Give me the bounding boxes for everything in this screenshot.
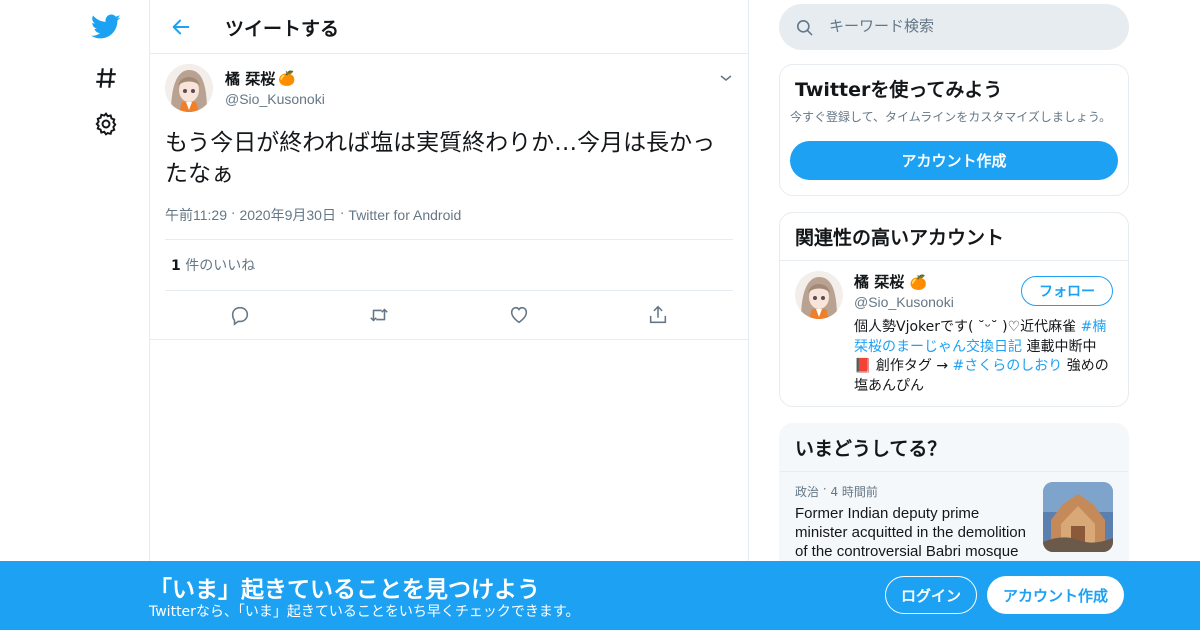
related-account[interactable]: 橘 栞桜 🍊 @Sio_Kusonoki フォロー 個人勢Vjokerです( ˘…	[780, 261, 1128, 406]
signup-card-title: Twitterを使ってみよう	[795, 79, 1003, 101]
tweet-source[interactable]: Twitter for Android	[348, 207, 461, 223]
main-column: ツイートする 橘 栞桜 🍊 @Sio_Kusonoki もう今日が終われば塩は実…	[149, 0, 749, 630]
tweet-actions	[150, 291, 748, 340]
like-label: 件のいいね	[185, 258, 256, 274]
follow-button[interactable]: フォロー	[1021, 276, 1113, 306]
share-icon[interactable]	[640, 303, 676, 327]
meta-separator: ·	[230, 204, 240, 220]
tweet-date[interactable]: 2020年9月30日	[239, 207, 336, 223]
trend-text: Former Indian deputy prime minister acqu…	[795, 505, 1026, 560]
back-arrow-icon[interactable]	[164, 10, 198, 44]
bottom-bar-title: 「いま」起きていることを見つけよう	[149, 577, 540, 603]
twitter-logo-icon[interactable]	[86, 7, 126, 47]
like-count: 1	[171, 258, 181, 274]
orange-emoji-icon: 🍊	[909, 275, 927, 291]
bottom-bar-subtitle: Twitterなら、「いま」起きていることをいち早くチェックできます。	[149, 604, 580, 620]
reply-icon[interactable]	[222, 303, 258, 327]
page-title: ツイートする	[225, 18, 340, 40]
author-handle[interactable]: @Sio_Kusonoki	[225, 91, 325, 107]
search-box[interactable]	[779, 4, 1129, 50]
gear-icon[interactable]	[86, 104, 126, 144]
related-account-bio: 個人勢Vjokerです( ˘ᵕ˘ )♡近代麻雀 #楠栞桜のまーじゃん交換日記 連…	[854, 319, 1109, 394]
meta-separator: ·	[339, 204, 349, 220]
tweet: 橘 栞桜 🍊 @Sio_Kusonoki もう今日が終われば塩は実質終わりか…今…	[150, 54, 748, 340]
right-sidebar: Twitterを使ってみよう 今すぐ登録して、タイムラインをカスタマイズしましょ…	[779, 0, 1129, 625]
tweet-author[interactable]: 橘 栞桜 🍊 @Sio_Kusonoki	[225, 68, 325, 107]
avatar[interactable]	[165, 64, 213, 112]
tweet-time[interactable]: 午前11:29	[165, 207, 227, 223]
orange-emoji-icon: 🍊	[278, 70, 296, 87]
related-accounts-card: 関連性の高いアカウント 橘 栞桜 🍊 @Sio_Kusonoki フォロー 個人…	[779, 212, 1129, 407]
signup-card: Twitterを使ってみよう 今すぐ登録して、タイムラインをカスタマイズしましょ…	[779, 64, 1129, 196]
left-nav	[0, 0, 150, 630]
retweet-icon[interactable]	[361, 303, 397, 327]
tweet-meta: 午前11:29 · 2020年9月30日 · Twitter for Andro…	[165, 204, 733, 240]
like-icon[interactable]	[501, 303, 537, 327]
avatar[interactable]	[795, 271, 843, 323]
signup-button[interactable]: アカウント作成	[987, 576, 1124, 614]
hashtag-icon[interactable]	[86, 58, 126, 98]
search-icon	[795, 18, 814, 41]
search-input[interactable]	[829, 17, 1109, 35]
related-accounts-header: 関連性の高いアカウント	[780, 213, 1128, 261]
page-header: ツイートする	[150, 0, 748, 54]
tweet-text: もう今日が終われば塩は実質終わりか…今月は長かったなぁ	[165, 130, 716, 187]
bottom-signup-bar: 「いま」起きていることを見つけよう Twitterなら、「いま」起きていることを…	[0, 561, 1200, 630]
chevron-down-icon[interactable]	[718, 70, 734, 90]
related-accounts-title: 関連性の高いアカウント	[795, 227, 1005, 249]
trend-image	[1043, 482, 1113, 552]
author-name[interactable]: 橘 栞桜 🍊	[225, 68, 325, 89]
book-emoji-icon: 📕	[854, 358, 872, 374]
meta-separator: ·	[822, 482, 831, 496]
create-account-button[interactable]: アカウント作成	[790, 141, 1118, 180]
signup-card-description: 今すぐ登録して、タイムラインをカスタマイズしましょう。	[790, 110, 1112, 124]
trends-title: いまどうしてる？	[795, 438, 947, 460]
hashtag-link[interactable]: #さくらのしおり	[953, 358, 1063, 374]
likes-count[interactable]: 1 件のいいね	[165, 240, 733, 291]
login-button[interactable]: ログイン	[885, 576, 977, 614]
